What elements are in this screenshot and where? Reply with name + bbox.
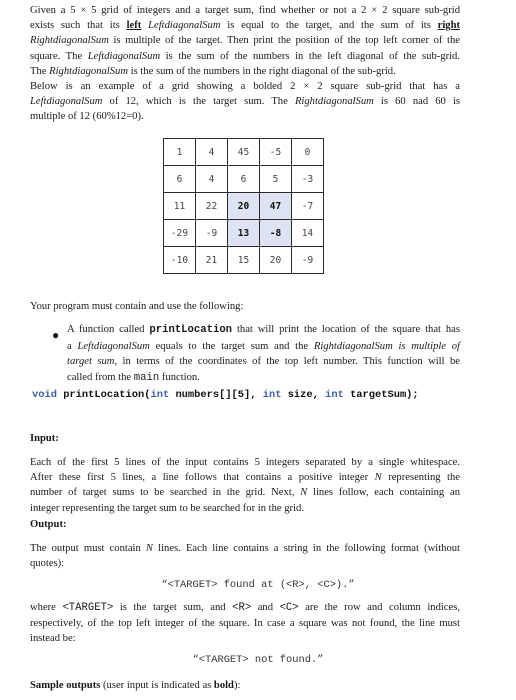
intro-line: LeftdiagonalSum of 12, which is the targ… [30,96,461,108]
term-leftdiagonalsum: LeftdiagonalSum [30,96,103,108]
grid-row: -29 -9 13 -8 14 [163,219,324,247]
intro-line: multiple of 12 (60%12=0). [30,111,144,123]
sample-outputs-label: Sample outputs (user input is indicated … [30,680,241,691]
grid-cell-highlighted: 20 [227,192,260,220]
grid-cell-highlighted: 13 [227,219,260,247]
bullet-icon: ● [52,328,60,342]
output-explanation: where <TARGET> is the target sum, and <R… [30,602,461,645]
grid-cell: 6 [163,165,196,193]
found-format: “<TARGET> found at (<R>, <C>).” [161,579,355,591]
grid-row: 11 22 20 47 -7 [163,192,324,220]
grid-cell: -7 [291,192,324,220]
function-name: printLocation [149,324,233,336]
term-leftdiagonalsum: LeftdiagonalSum [87,50,161,62]
grid-row: -10 21 15 20 -9 [163,246,324,274]
intro-line: square. The LeftdiagonalSum is the sum o… [30,50,461,62]
grid-row: 1 4 45 -5 0 [163,138,324,166]
intro-line: Given a 5 × 5 grid of integers and a tar… [30,5,460,16]
right-emphasis: right [437,20,460,32]
grid-cell: 45 [227,138,260,166]
grid-cell: 21 [195,246,228,274]
function-signature: void printLocation(int numbers[][5], int… [32,389,419,401]
output-heading: Output: [30,519,67,530]
intro-line: exists such that its left LeftdiagonalSu… [30,20,460,32]
intro-line: The RightdiagonalSum is the sum of the n… [30,65,396,77]
grid-cell: 4 [195,165,228,193]
grid-cell: -3 [291,165,324,193]
term-rightdiagonalsum: RightdiagonalSum [49,65,128,77]
input-description: Each of the first 5 lines of the input c… [30,457,460,514]
grid-cell: 1 [163,138,196,166]
grid-cell-highlighted: -8 [259,219,292,247]
grid-cell: 14 [291,219,324,247]
grid-cell: -10 [163,246,196,274]
main-function-ref: main [133,371,160,384]
grid-cell: -29 [163,219,196,247]
requirement-bullet: A function called printLocation that wil… [67,324,460,384]
grid-cell: -9 [291,246,324,274]
example-grid: 1 4 45 -5 0 6 4 6 5 -3 11 22 20 47 -7 -29 -9 13 -8 14 -10 21 1… [163,138,324,274]
intro-paragraph: Given a 5 × 5 grid of integers and a tar… [30,3,460,125]
requirements-intro: Your program must contain and use the fo… [30,301,244,312]
output-description: The output must contain N lines. Each li… [30,543,460,570]
term-leftdiagonalsum: LeftdiagonalSum [77,340,150,352]
grid-cell: 5 [259,165,292,193]
grid-cell: 11 [163,192,196,220]
term-leftdiagonalsum: LeftdiagonalSum [148,20,221,32]
grid-cell: 0 [291,138,324,166]
left-emphasis: left [126,20,142,32]
grid-cell: 4 [195,138,228,166]
grid-cell: -9 [195,219,228,247]
grid-cell: 15 [227,246,260,274]
intro-line: Below is an example of a grid showing a … [30,81,460,93]
term-rightdiagonalsum: RightdiagonalSum [294,96,374,108]
term-rightdiagonalsum: RightdiagonalSum [30,35,109,47]
grid-row: 6 4 6 5 -3 [163,165,324,193]
grid-cell-highlighted: 47 [259,192,292,220]
not-found-format: “<TARGET> not found.” [192,654,324,666]
grid-cell: 22 [195,192,228,220]
intro-line: RightdiagonalSum is multiple of the targ… [30,35,460,47]
grid-cell: 6 [227,165,260,193]
term-rightdiagonalsum: RightdiagonalSum is multiple of [313,340,460,352]
grid-cell: -5 [259,138,292,166]
input-heading: Input: [30,433,59,444]
grid-cell: 20 [259,246,292,274]
